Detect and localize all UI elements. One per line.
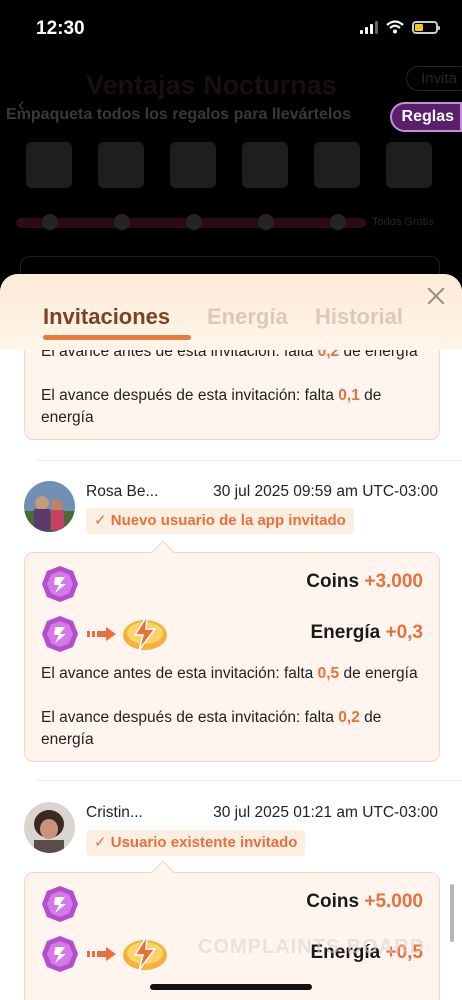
- gift-icon: [386, 142, 432, 188]
- coin-gem-icon: [42, 936, 78, 972]
- invite-datetime: 30 jul 2025 09:59 am UTC-03:00: [213, 483, 438, 500]
- divider: [36, 460, 462, 461]
- all-gifts-label: Todos Gratis: [372, 216, 434, 228]
- background-title: Ventajas Nocturnas: [86, 70, 337, 100]
- coins-reward: Coins +3.000: [306, 571, 423, 592]
- invitation-list[interactable]: El avance antes de esta invitación: falt…: [0, 350, 462, 1000]
- progress-after-text: El avance después de esta invitación: fa…: [41, 387, 382, 426]
- coin-gem-icon: [42, 886, 78, 922]
- gift-icon: [170, 142, 216, 188]
- coin-gem-icon: [42, 616, 78, 652]
- invitations-sheet: Invitaciones Energía Historial El avance…: [0, 274, 462, 1000]
- check-icon: [186, 214, 202, 230]
- avatar: [24, 481, 75, 532]
- user-name: Rosa Be...: [86, 483, 159, 500]
- coins-reward: Coins +5.000: [306, 891, 423, 912]
- progress-card: El avance antes de esta invitación: falt…: [24, 350, 440, 440]
- background-page: ‹ Ventajas Nocturnas Invita Empaqueta to…: [0, 56, 462, 316]
- card-notch: [151, 540, 175, 564]
- status-badge: ✓ Nuevo usuario de la app invitado: [86, 508, 354, 534]
- status-bar: 12:30: [0, 0, 462, 56]
- background-subtitle: Empaqueta todos los regalos para llevárt…: [6, 106, 351, 123]
- avatar: [24, 802, 75, 853]
- status-badge: ✓ Usuario existente invitado: [86, 830, 306, 856]
- reward-card: Coins +3.000 Energía +0,3 El avance ante…: [24, 540, 440, 762]
- active-tab-indicator: [43, 335, 191, 340]
- check-icon: [330, 214, 346, 230]
- rules-button[interactable]: Reglas: [389, 102, 462, 132]
- progress-before-text: El avance antes de esta invitación: falt…: [41, 665, 418, 682]
- invite-button: Invita: [406, 66, 462, 91]
- arrow-right-icon: [87, 947, 116, 961]
- battery-icon: [412, 20, 440, 34]
- status-icons: [360, 20, 440, 34]
- progress-after-text: El avance después de esta invitación: fa…: [41, 709, 382, 748]
- wifi-icon: [386, 20, 404, 34]
- energy-bolt-icon: [123, 935, 167, 971]
- card-notch: [151, 860, 175, 884]
- arrow-right-icon: [87, 627, 116, 641]
- tab-historial[interactable]: Historial: [315, 304, 403, 330]
- check-icon: ✓: [94, 512, 107, 529]
- progress-before-text: El avance antes de esta invitación: falt…: [41, 350, 418, 360]
- divider: [36, 780, 462, 781]
- check-icon: [114, 214, 130, 230]
- check-icon: [258, 214, 274, 230]
- check-icon: ✓: [94, 834, 107, 851]
- tab-invitaciones[interactable]: Invitaciones: [43, 304, 170, 330]
- cellular-signal-icon: [360, 20, 378, 34]
- home-indicator[interactable]: [150, 984, 312, 990]
- gift-icon: [98, 142, 144, 188]
- invite-datetime: 30 jul 2025 01:21 am UTC-03:00: [213, 804, 438, 821]
- scrollbar[interactable]: [450, 884, 454, 942]
- coin-gem-icon: [42, 566, 78, 602]
- sheet-header: Invitaciones Energía Historial: [0, 274, 462, 350]
- watermark: COMPLAINTS BOARD: [198, 936, 426, 958]
- check-icon: [42, 214, 58, 230]
- close-icon[interactable]: [424, 284, 448, 308]
- gift-icon: [242, 142, 288, 188]
- user-name: Cristin...: [86, 804, 143, 821]
- status-time: 12:30: [36, 18, 85, 39]
- tab-energia[interactable]: Energía: [207, 304, 288, 330]
- energy-reward: Energía +0,3: [310, 622, 424, 643]
- energy-bolt-icon: [123, 615, 167, 651]
- gift-icon: [26, 142, 72, 188]
- gift-icon: [314, 142, 360, 188]
